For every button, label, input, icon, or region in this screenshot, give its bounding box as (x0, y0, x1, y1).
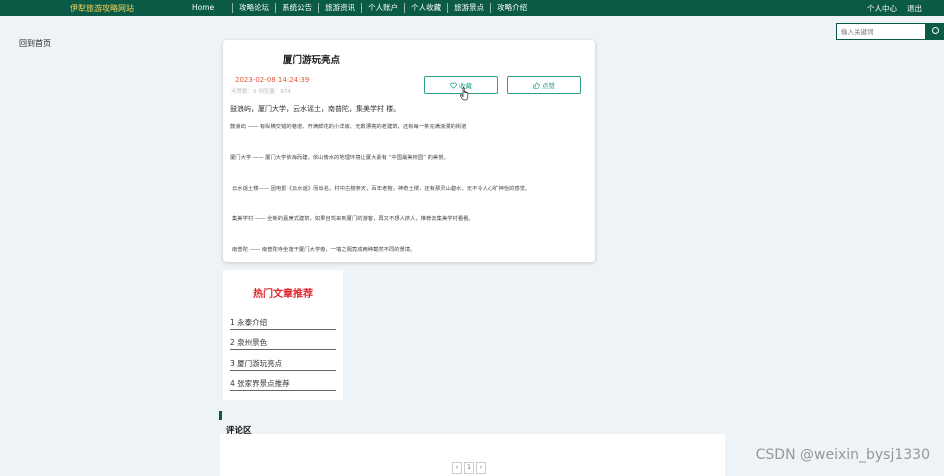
thumbs-up-icon (533, 81, 540, 89)
article-meta: 点赞数：0 浏览量：974 (231, 89, 291, 95)
hot-article-item[interactable]: 1 永泰介绍 (230, 317, 336, 330)
hot-articles-panel: 热门文章推荐 1 永泰介绍 2 泉州景色 3 厦门游玩亮点 4 张家界景点推荐 (223, 270, 343, 400)
like-label: 点赞 (542, 82, 555, 90)
article-paragraph: 南普陀 —— 南普陀寺坐落于厦门大学旁，一墙之隔竟成两种截然不同的景境。 (232, 247, 416, 253)
main-nav: Home 攻略论坛 系统公告 旅游资讯 个人账户 个人收藏 旅游景点 攻略介绍 (186, 0, 533, 16)
article-paragraph: 厦门大学 —— 厦门大学依海而建，依山傍水的地理环境让厦大素有 “中国最美校园”… (230, 155, 449, 161)
article-date: 2023-02-08 14:24:39 (235, 76, 310, 84)
page-number-button[interactable]: 1 (464, 462, 474, 474)
nav-item-notice[interactable]: 系统公告 (276, 3, 320, 13)
nav-item-guides[interactable]: 攻略介绍 (491, 3, 533, 13)
user-links: 个人中心 退出 (867, 3, 922, 14)
like-button[interactable]: 点赞 (507, 76, 581, 94)
logout-link[interactable]: 退出 (907, 3, 922, 14)
hot-article-item[interactable]: 3 厦门游玩亮点 (230, 358, 336, 371)
search-button[interactable] (926, 23, 944, 40)
nav-item-forum[interactable]: 攻略论坛 (233, 3, 277, 13)
hand-cursor-icon (460, 87, 469, 101)
watermark-text: CSDN @weixin_bysj1330 (755, 447, 930, 463)
article-paragraph: 鼓浪屿 —— 有纵横交错的巷道、开满鲜花的小洋房、无数漂亮的老建筑、还有每一条充… (230, 124, 467, 130)
nav-item-favorites[interactable]: 个人收藏 (405, 3, 449, 13)
nav-item-home[interactable]: Home (186, 3, 234, 13)
hot-article-item[interactable]: 4 张家界景点推荐 (230, 378, 336, 391)
article-paragraph: 集美学村 —— 全新的嘉庚式建筑，如果自驾来到厦门的游客，再又不想人挤人，推荐去… (232, 216, 474, 222)
article-lead: 鼓浪屿，厦门大学，云水谣土，南普陀，集美学村 楼。 (230, 105, 401, 113)
site-brand[interactable]: 伊犁旅游攻略网站 (70, 3, 134, 14)
section-marker (219, 411, 222, 420)
article-paragraph: 云水谣土楼—— 因电影《云水谣》而出名，村中古榕参天，百年老榕，神奇土楼，还有那… (232, 186, 531, 192)
heart-icon (450, 82, 457, 89)
hot-articles-title: 热门文章推荐 (253, 289, 313, 300)
nav-item-scenic[interactable]: 旅游景点 (448, 3, 492, 13)
next-page-button[interactable]: › (476, 462, 486, 474)
hot-article-item[interactable]: 2 泉州景色 (230, 337, 336, 350)
nav-item-account[interactable]: 个人账户 (362, 3, 406, 13)
article-card: 厦门游玩亮点 2023-02-08 14:24:39 点赞数：0 浏览量：974… (223, 40, 595, 262)
search-input[interactable] (836, 23, 926, 40)
pagination: ‹ 1 › (452, 462, 486, 474)
search-icon (932, 27, 939, 34)
user-center-link[interactable]: 个人中心 (867, 3, 897, 14)
top-nav-bar: 伊犁旅游攻略网站 Home 攻略论坛 系统公告 旅游资讯 个人账户 个人收藏 旅… (0, 0, 944, 16)
article-title: 厦门游玩亮点 (283, 55, 341, 66)
nav-item-news[interactable]: 旅游资讯 (319, 3, 363, 13)
back-to-home-link[interactable]: 回到首页 (19, 38, 51, 49)
prev-page-button[interactable]: ‹ (452, 462, 462, 474)
